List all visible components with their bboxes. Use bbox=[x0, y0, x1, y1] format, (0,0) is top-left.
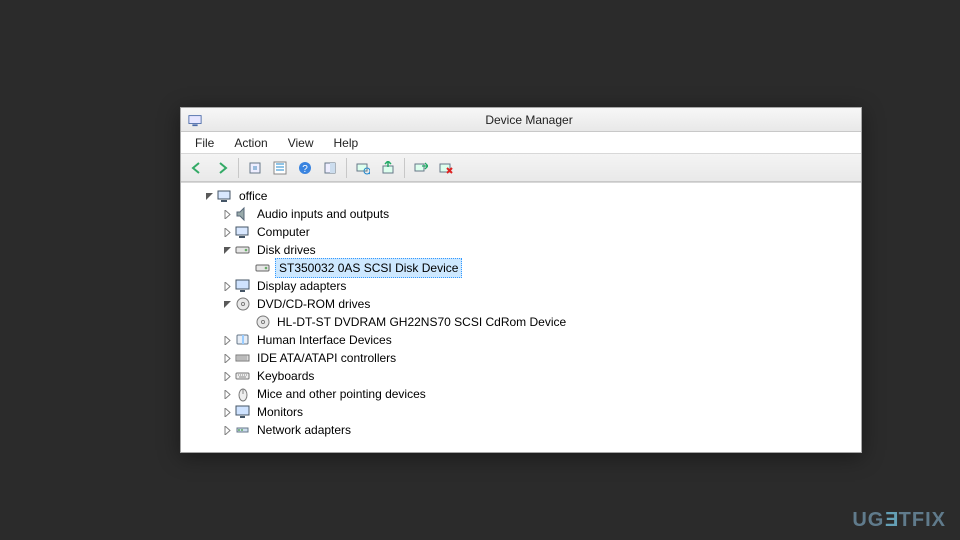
back-button[interactable] bbox=[185, 157, 209, 179]
tree-node-audio-inputs-and-outputs[interactable]: Audio inputs and outputs bbox=[189, 205, 861, 223]
toolbar: ? bbox=[181, 154, 861, 182]
uninstall-button[interactable] bbox=[434, 157, 458, 179]
computer-icon bbox=[235, 224, 251, 240]
expand-icon bbox=[241, 316, 253, 328]
network-icon bbox=[235, 422, 251, 438]
refresh-button[interactable] bbox=[268, 157, 292, 179]
expand-icon[interactable] bbox=[221, 370, 233, 382]
tree-label: Keyboards bbox=[255, 367, 316, 385]
keyboard-icon bbox=[235, 368, 251, 384]
help-button[interactable]: ? bbox=[293, 157, 317, 179]
collapse-icon[interactable] bbox=[221, 298, 233, 310]
tree-node-network-adapters[interactable]: Network adapters bbox=[189, 421, 861, 439]
tree-label: Computer bbox=[255, 223, 312, 241]
tree-node-ide-ata-atapi-controller[interactable]: IDE ATA/ATAPI controllers bbox=[189, 349, 861, 367]
window-title: Device Manager bbox=[203, 113, 855, 127]
expand-icon[interactable] bbox=[221, 424, 233, 436]
collapse-icon[interactable] bbox=[203, 190, 215, 202]
properties-button[interactable] bbox=[318, 157, 342, 179]
tree-label: HL-DT-ST DVDRAM GH22NS70 SCSI CdRom Devi… bbox=[275, 313, 568, 331]
scan-button[interactable] bbox=[351, 157, 375, 179]
tree-node-mice-and-other-pointing-[interactable]: Mice and other pointing devices bbox=[189, 385, 861, 403]
tree-node-display-adapters[interactable]: Display adapters bbox=[189, 277, 861, 295]
display-icon bbox=[235, 278, 251, 294]
toolbar-separator bbox=[238, 158, 239, 178]
show-hidden-button[interactable] bbox=[243, 157, 267, 179]
tree-node-human-interface-devices[interactable]: Human Interface Devices bbox=[189, 331, 861, 349]
tree-label: Audio inputs and outputs bbox=[255, 205, 391, 223]
menu-file[interactable]: File bbox=[185, 133, 224, 153]
expand-icon bbox=[241, 262, 253, 274]
audio-icon bbox=[235, 206, 251, 222]
menu-help[interactable]: Help bbox=[324, 133, 369, 153]
tree-node-keyboards[interactable]: Keyboards bbox=[189, 367, 861, 385]
tree-label: Display adapters bbox=[255, 277, 348, 295]
tree-node-monitors[interactable]: Monitors bbox=[189, 403, 861, 421]
expand-icon[interactable] bbox=[221, 280, 233, 292]
device-manager-window: Device Manager File Action View Help ? bbox=[180, 107, 862, 453]
expand-icon[interactable] bbox=[221, 388, 233, 400]
menubar: File Action View Help bbox=[181, 132, 861, 154]
dvd-icon bbox=[255, 314, 271, 330]
expand-icon[interactable] bbox=[221, 226, 233, 238]
titlebar: Device Manager bbox=[181, 108, 861, 132]
tree-label: DVD/CD-ROM drives bbox=[255, 295, 372, 313]
watermark: UGETFIX bbox=[852, 509, 946, 532]
tree-node-dvd-cd-rom-drives[interactable]: DVD/CD-ROM drives bbox=[189, 295, 861, 313]
tree-label: Mice and other pointing devices bbox=[255, 385, 428, 403]
dvd-icon bbox=[235, 296, 251, 312]
device-tree[interactable]: officeAudio inputs and outputsComputerDi… bbox=[181, 183, 861, 452]
update-driver-button[interactable] bbox=[376, 157, 400, 179]
menu-action[interactable]: Action bbox=[224, 133, 277, 153]
toolbar-separator bbox=[346, 158, 347, 178]
tree-node-disk-drives[interactable]: Disk drives bbox=[189, 241, 861, 259]
ide-icon bbox=[235, 350, 251, 366]
tree-node-root[interactable]: office bbox=[189, 187, 861, 205]
tree-label: Network adapters bbox=[255, 421, 353, 439]
expand-icon[interactable] bbox=[221, 406, 233, 418]
svg-text:?: ? bbox=[302, 164, 308, 175]
collapse-icon[interactable] bbox=[221, 244, 233, 256]
disk-icon bbox=[255, 260, 271, 276]
tree-node-st350032-0as-scsi-disk-devic[interactable]: ST350032 0AS SCSI Disk Device bbox=[189, 259, 861, 277]
monitor-icon bbox=[235, 404, 251, 420]
tree-label: Human Interface Devices bbox=[255, 331, 394, 349]
tree-label: IDE ATA/ATAPI controllers bbox=[255, 349, 398, 367]
device-manager-icon bbox=[187, 112, 203, 128]
expand-icon[interactable] bbox=[221, 208, 233, 220]
tree-node-computer[interactable]: Computer bbox=[189, 223, 861, 241]
mouse-icon bbox=[235, 386, 251, 402]
tree-label: Monitors bbox=[255, 403, 305, 421]
expand-icon[interactable] bbox=[221, 334, 233, 346]
tree-label: ST350032 0AS SCSI Disk Device bbox=[275, 258, 462, 278]
forward-button[interactable] bbox=[210, 157, 234, 179]
disk-icon bbox=[235, 242, 251, 258]
tree-node-hl-dt-st-dvdram-gh22ns70-scs[interactable]: HL-DT-ST DVDRAM GH22NS70 SCSI CdRom Devi… bbox=[189, 313, 861, 331]
tree-label: office bbox=[237, 187, 269, 205]
menu-view[interactable]: View bbox=[278, 133, 324, 153]
tree-label: Disk drives bbox=[255, 241, 318, 259]
tree-container: officeAudio inputs and outputsComputerDi… bbox=[181, 182, 861, 452]
toolbar-separator bbox=[404, 158, 405, 178]
enable-button[interactable] bbox=[409, 157, 433, 179]
computer-root-icon bbox=[217, 188, 233, 204]
expand-icon[interactable] bbox=[221, 352, 233, 364]
hid-icon bbox=[235, 332, 251, 348]
